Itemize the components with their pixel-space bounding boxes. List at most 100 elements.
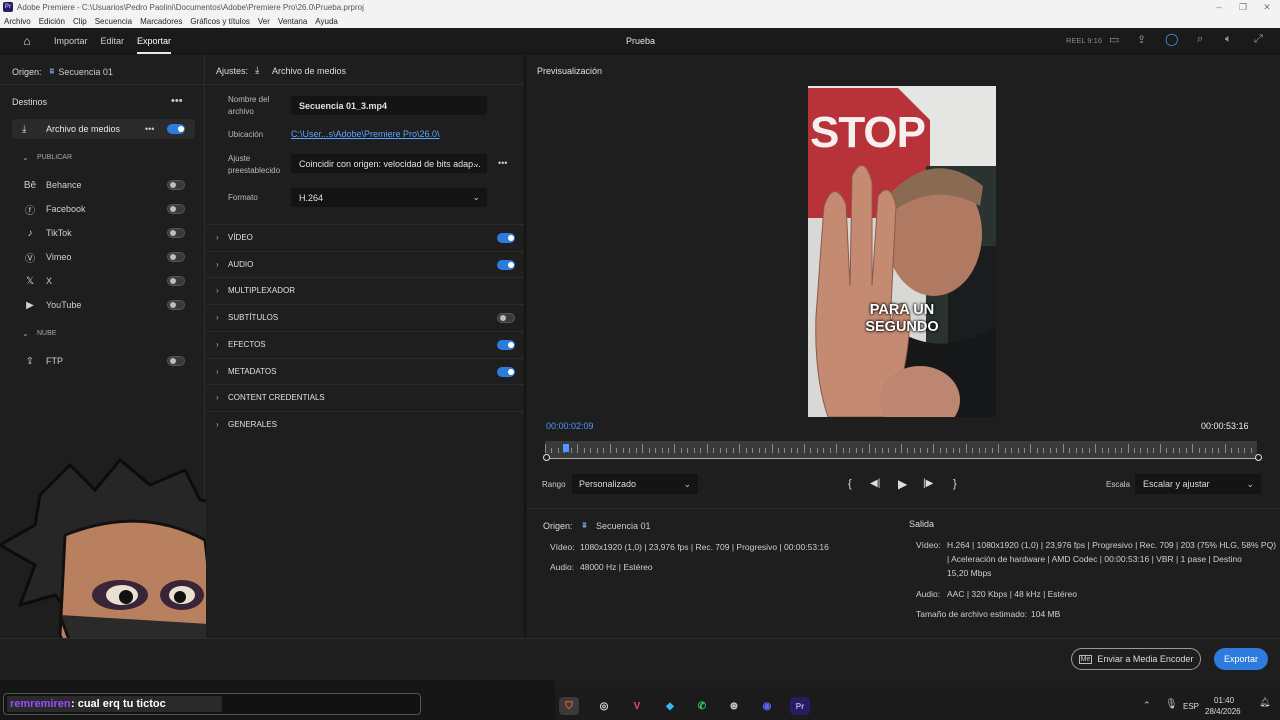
brave-browser-icon[interactable]: ⛉ [559, 697, 579, 715]
destination-behance[interactable]: Bē Behance [12, 175, 197, 195]
menu-ventana[interactable]: Ventana [278, 17, 307, 26]
menu-archivo[interactable]: Archivo [4, 17, 31, 26]
section-multiplexador[interactable]: › MULTIPLEXADOR [206, 277, 524, 303]
range-dropdown[interactable]: Personalizado ⌄ [572, 474, 698, 494]
section-content-credentials[interactable]: › CONTENT CREDENTIALS [206, 384, 524, 410]
file-name-input[interactable]: Secuencia 01_3.mp4 [291, 96, 487, 115]
home-icon[interactable]: ⌂ [0, 34, 54, 48]
in-point-handle[interactable] [543, 454, 550, 461]
menu-clip[interactable]: Clip [73, 17, 87, 26]
step-forward-icon[interactable]: |▶ [923, 478, 933, 489]
discord-icon[interactable]: ◉ [757, 697, 777, 715]
location-link[interactable]: C:\User...s\Adobe\Premiere Pro\26.0\ [291, 129, 440, 139]
menu-edicion[interactable]: Edición [39, 17, 65, 26]
ftp-toggle[interactable] [167, 356, 185, 366]
close-icon[interactable]: ✕ [1255, 0, 1279, 14]
facebook-toggle[interactable] [167, 204, 185, 214]
menu-secuencia[interactable]: Secuencia [95, 17, 132, 26]
summary-output-video-label: Vídeo: [916, 540, 941, 550]
progress-ring-icon[interactable]: ◯ [1165, 32, 1178, 46]
obs-icon[interactable]: ◎ [594, 697, 614, 715]
destination-vimeo[interactable]: Ⓥ Vimeo [12, 247, 197, 267]
notifications-icon[interactable]: 🔔︎ [1259, 697, 1270, 708]
section-v-deo[interactable]: › VÍDEO [206, 224, 524, 250]
publish-chevron-icon[interactable]: ⌄ [22, 153, 29, 162]
steam-icon[interactable]: ⊛ [724, 697, 744, 715]
send-to-media-encoder-button[interactable]: Me Enviar a Media Encoder [1071, 648, 1201, 670]
summary-origin-audio: 48000 Hz | Estéreo [580, 562, 653, 572]
app-diamond-icon[interactable]: ◆ [660, 697, 680, 715]
maximize-icon[interactable]: ❐ [1231, 0, 1255, 14]
section-toggle[interactable] [497, 339, 515, 350]
minimize-icon[interactable]: – [1207, 0, 1231, 14]
cloud-chevron-icon[interactable]: ⌄ [22, 329, 29, 338]
section-efectos[interactable]: › EFECTOS [206, 330, 524, 357]
vimeo-toggle[interactable] [167, 252, 185, 262]
destination-tiktok[interactable]: ♪ TikTok [12, 223, 197, 243]
section-toggle[interactable] [497, 366, 515, 377]
format-dropdown[interactable]: H.264 ⌄ [291, 188, 487, 207]
section-audio[interactable]: › AUDIO [206, 250, 524, 277]
microphone-icon[interactable]: 🎙︎ [1165, 699, 1178, 710]
menu-marcadores[interactable]: Marcadores [140, 17, 182, 26]
premiere-taskbar-icon[interactable]: Pr [790, 697, 810, 715]
file-name-label: Nombre del archivo [228, 94, 269, 118]
youtube-toggle[interactable] [167, 300, 185, 310]
media-file-toggle[interactable] [167, 124, 185, 134]
x-toggle[interactable] [167, 276, 185, 286]
destination-x[interactable]: 𝕏 X [12, 271, 197, 291]
export-button[interactable]: Exportar [1214, 648, 1268, 670]
section-toggle[interactable] [497, 259, 515, 270]
scale-dropdown[interactable]: Escalar y ajustar ⌄ [1135, 474, 1261, 494]
chevron-right-icon: › [216, 366, 219, 376]
chevron-right-icon: › [216, 233, 219, 242]
search-icon[interactable]: ⌕ [1197, 33, 1203, 46]
timeline-ruler[interactable] [545, 441, 1258, 458]
destination-youtube[interactable]: ▶ YouTube [12, 295, 197, 315]
volume-icon[interactable]: 🔈︎ [1225, 33, 1232, 46]
section-toggle[interactable] [497, 313, 515, 324]
destination-media-file[interactable]: ⤓ Archivo de medios ••• [12, 119, 195, 139]
preset-more-icon[interactable]: ••• [498, 158, 507, 168]
mark-out-icon[interactable]: } [953, 478, 957, 490]
caption-line-1: PARA UN [869, 302, 935, 318]
media-file-more-icon[interactable]: ••• [145, 124, 154, 134]
section-generales[interactable]: › GENERALES [206, 410, 524, 437]
settings-download-icon: ⤓ [255, 65, 260, 76]
preset-dropdown[interactable]: Coincidir con origen: velocidad de bits … [291, 154, 487, 173]
tab-importar[interactable]: Importar [54, 28, 88, 54]
preview-video-frame[interactable]: STOP PARA UN SEGUNDO [808, 86, 996, 417]
origin-value[interactable]: Secuencia 01 [58, 67, 113, 77]
whatsapp-icon[interactable]: ✆ [692, 697, 712, 715]
in-out-range-line [547, 458, 1257, 459]
summary-output-video-2: | Aceleración de hardware | AMD Codec | … [947, 554, 1242, 564]
playhead[interactable] [562, 444, 569, 452]
reel-format-label[interactable]: REEL 9:16 [1066, 36, 1102, 45]
destination-facebook[interactable]: ⓕ Facebook [12, 199, 197, 219]
language-indicator[interactable]: ESP [1183, 702, 1199, 711]
tab-editar[interactable]: Editar [101, 28, 125, 54]
mark-in-icon[interactable]: { [848, 478, 852, 490]
section-toggle[interactable] [497, 233, 515, 243]
current-timecode[interactable]: 00:00:02:09 [546, 421, 594, 431]
destinations-more-icon[interactable]: ••• [171, 95, 183, 107]
out-point-handle[interactable] [1255, 454, 1262, 461]
panel-icon[interactable]: ▭ [1109, 33, 1119, 46]
section-subt-tulos[interactable]: › SUBTÍTULOS [206, 304, 524, 330]
share-icon[interactable]: ⇪ [1137, 33, 1146, 46]
settings-target: Archivo de medios [272, 66, 347, 76]
menu-ayuda[interactable]: Ayuda [315, 17, 338, 26]
destination-ftp[interactable]: ⇪ FTP [12, 351, 197, 371]
tiktok-toggle[interactable] [167, 228, 185, 238]
play-icon[interactable]: ▶ [898, 477, 907, 491]
behance-toggle[interactable] [167, 180, 185, 190]
x-icon: 𝕏 [25, 275, 35, 287]
fullscreen-icon[interactable]: ⤢ [1254, 33, 1263, 46]
chevron-up-icon[interactable]: ⌃ [1143, 700, 1151, 711]
menu-graficos[interactable]: Gráficos y títulos [190, 17, 250, 26]
section-metadatos[interactable]: › METADATOS [206, 357, 524, 384]
valorant-icon[interactable]: V [627, 697, 647, 715]
menu-ver[interactable]: Ver [258, 17, 270, 26]
tab-exportar[interactable]: Exportar [137, 28, 172, 54]
step-back-icon[interactable]: ◀| [870, 478, 880, 489]
